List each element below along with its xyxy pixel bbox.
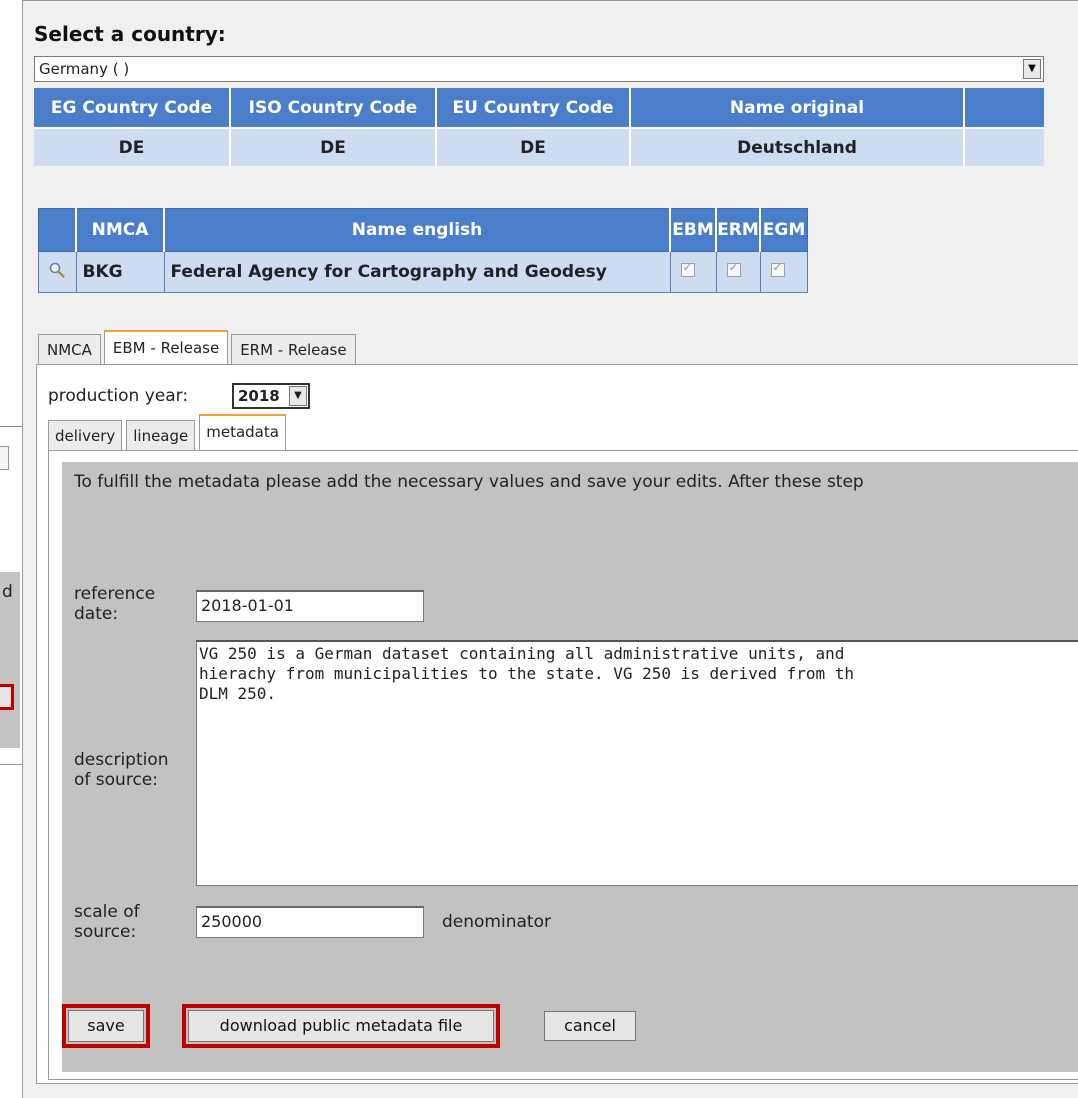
description-textarea[interactable]: VG 250 is a German dataset containing al… (196, 640, 1078, 886)
production-year-label: production year: (48, 386, 189, 406)
cancel-button[interactable]: cancel (544, 1011, 636, 1041)
nmca-table-header-row: NMCA Name english EBM ERM EGM (38, 208, 808, 252)
description-label-line2: of source: (74, 770, 158, 790)
header-erm: ERM (715, 208, 761, 252)
production-year-select[interactable]: 2018 ▼ (232, 383, 310, 409)
production-year-value: 2018 (238, 387, 280, 405)
cell-name-original: Deutschland (630, 127, 965, 166)
tab-metadata[interactable]: metadata (199, 414, 286, 450)
description-label-line1: description (74, 750, 169, 770)
description-label: description of source: (74, 750, 169, 790)
cell-egm (759, 251, 808, 293)
main-panel-top-border (22, 0, 1078, 1)
select-country-label: Select a country: (34, 22, 226, 46)
scale-label: scale of source: (74, 902, 140, 942)
country-select[interactable]: Germany ( ) ▼ (34, 56, 1044, 82)
release-tabs: NMCA EBM - Release ERM - Release (38, 330, 359, 364)
magnifier-icon[interactable] (48, 261, 66, 279)
country-codes-table: EG Country Code ISO Country Code EU Coun… (34, 88, 1044, 166)
tab-erm-release[interactable]: ERM - Release (231, 334, 356, 364)
reference-date-label-line2: date: (74, 604, 119, 624)
tab-lineage[interactable]: lineage (126, 420, 196, 450)
header-eg-country-code: EG Country Code (34, 88, 231, 128)
save-button[interactable]: save (68, 1010, 144, 1042)
table-row: DE DE DE Deutschland (34, 127, 1044, 166)
country-select-value: Germany ( ) (39, 60, 130, 78)
cell-eu-code: DE (436, 127, 631, 166)
dropdown-arrow-icon[interactable]: ▼ (1023, 59, 1041, 79)
header-name-english: Name english (163, 208, 671, 252)
cell-iso-code: DE (230, 127, 437, 166)
header-blank (38, 208, 77, 252)
reference-date-label: reference date: (74, 584, 155, 624)
tab-nmca[interactable]: NMCA (38, 334, 101, 364)
cell-name-english: Federal Agency for Cartography and Geode… (163, 251, 671, 293)
header-eu-country-code: EU Country Code (436, 88, 631, 128)
cell-truncated (964, 127, 1044, 166)
background-window-divider (0, 764, 22, 765)
tab-ebm-release[interactable]: EBM - Release (103, 330, 229, 364)
header-egm: EGM (759, 208, 808, 252)
egm-checkbox (770, 260, 785, 277)
header-iso-country-code: ISO Country Code (230, 88, 437, 128)
header-nmca: NMCA (75, 208, 165, 252)
scale-field[interactable]: 250000 (196, 906, 424, 938)
ebm-checkbox (680, 260, 695, 277)
erm-checkbox (726, 260, 741, 277)
tab-delivery[interactable]: delivery (48, 420, 123, 450)
background-window-tab (0, 446, 9, 470)
cell-erm (715, 251, 761, 293)
background-window-text: d (2, 582, 13, 602)
reference-date-field[interactable]: 2018-01-01 (196, 590, 424, 622)
header-truncated (964, 88, 1044, 128)
scale-label-line1: scale of (74, 902, 140, 922)
header-ebm: EBM (669, 208, 717, 252)
nmca-detail-cell[interactable] (38, 251, 77, 293)
background-window-highlighted-button (0, 684, 14, 710)
cell-ebm (669, 251, 717, 293)
table-row: BKG Federal Agency for Cartography and G… (38, 251, 808, 293)
chevron-down-icon[interactable]: ▼ (289, 386, 307, 406)
cell-nmca: BKG (75, 251, 165, 293)
reference-date-label-line1: reference (74, 584, 156, 604)
metadata-intro-text: To fulfill the metadata please add the n… (74, 472, 864, 492)
denominator-label: denominator (442, 912, 551, 932)
country-table-header-row: EG Country Code ISO Country Code EU Coun… (34, 88, 1044, 128)
download-metadata-button[interactable]: download public metadata file (188, 1010, 494, 1042)
nmca-table: NMCA Name english EBM ERM EGM BKG Federa… (38, 208, 808, 293)
cell-eg-code: DE (34, 127, 231, 166)
sub-tabs: delivery lineage metadata (48, 414, 290, 450)
scale-label-line2: source: (74, 922, 137, 942)
header-name-original: Name original (630, 88, 965, 128)
